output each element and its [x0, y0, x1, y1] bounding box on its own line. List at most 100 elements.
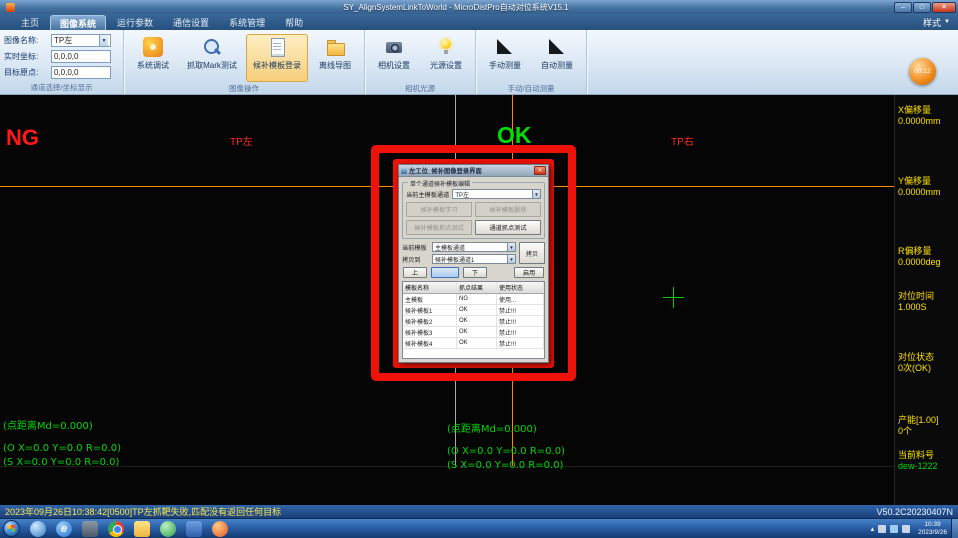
- show-desktop-button[interactable]: [951, 519, 958, 538]
- readout-center: (点距离Md=0.000) (O X=0.0 Y=0.0 R=0.0) (S X…: [447, 420, 565, 473]
- target-origin-field[interactable]: [51, 66, 111, 79]
- tab-run-params[interactable]: 运行参数: [108, 15, 162, 30]
- cell-result: OK: [457, 305, 497, 315]
- network-icon[interactable]: [890, 525, 898, 533]
- template-doc-icon: [267, 37, 287, 57]
- current-template-combo[interactable]: 主模板通道 ▼: [432, 242, 516, 252]
- copy-target-label: 拷贝到: [402, 255, 430, 264]
- channel-grab-test-button[interactable]: 通道抓点测试: [475, 220, 541, 235]
- taskbar-icon-1[interactable]: [30, 521, 46, 537]
- table-row[interactable]: 候补模板4 OK 禁止!!!: [403, 338, 544, 349]
- stat-value: 0.0000mm: [898, 116, 941, 127]
- cell-name: 候补模板2: [403, 316, 457, 326]
- firefox-icon[interactable]: [212, 521, 228, 537]
- triangle-ruler-icon: [495, 37, 515, 57]
- camera-settings-button[interactable]: 相机设置: [369, 34, 419, 82]
- taskbar-icon-7[interactable]: [186, 521, 202, 537]
- target-origin-label: 目标原点:: [4, 67, 48, 78]
- ng-status-label: NG: [6, 125, 39, 151]
- sidebar-stats: X偏移量 0.0000mm Y偏移量 0.0000mm R偏移量 0.0000d…: [894, 95, 958, 505]
- stat-label: 产能[1.00]: [898, 415, 939, 426]
- tab-help[interactable]: 帮助: [276, 15, 312, 30]
- taskbar: e ▴ 10:39 2023/9/26: [0, 518, 958, 538]
- volume-icon[interactable]: [902, 525, 910, 533]
- taskbar-icon-3[interactable]: [82, 521, 98, 537]
- copy-target-combo[interactable]: 候补模板通道1 ▼: [432, 254, 516, 264]
- col-header: 抓点结果: [457, 282, 497, 293]
- realtime-coords-field[interactable]: [51, 50, 111, 63]
- stat-value: 1.000S: [898, 302, 934, 313]
- minimize-button[interactable]: –: [894, 2, 912, 13]
- template-edit-groupbox: 单个通道候补模板编辑 当前主模板通道 TP左 ▼ 候补模板学习: [402, 182, 545, 239]
- candidate-learn-button[interactable]: 候补模板学习: [406, 202, 472, 217]
- dialog-close-button[interactable]: ✕: [534, 166, 546, 175]
- current-template-label: 当前模板: [402, 243, 430, 252]
- cell-result: OK: [457, 338, 497, 348]
- main-area: NG OK TP左 TP右 (点距离Md=0.000) (O X=0.0 Y=0…: [0, 95, 958, 505]
- tab-home[interactable]: 主页: [12, 15, 48, 30]
- close-button[interactable]: ✕: [932, 2, 956, 13]
- chevron-down-icon[interactable]: ▼: [507, 255, 515, 263]
- dialog-titlebar[interactable]: 左工位_候补图像登录界面 ✕: [399, 165, 548, 177]
- main-template-channel-combo[interactable]: TP左 ▼: [452, 189, 541, 199]
- middle-button[interactable]: [431, 267, 459, 278]
- chevron-down-icon[interactable]: ▼: [99, 35, 108, 46]
- start-button[interactable]: [3, 520, 20, 537]
- stat-label: 对位状态: [898, 352, 934, 363]
- status-bar: 2023年09月26日10:38:42[0500]TP左抓靶失败,匹配没有返回任…: [0, 505, 958, 518]
- table-row[interactable]: 候补模板3 OK 禁止!!!: [403, 327, 544, 338]
- down-button[interactable]: 下: [463, 267, 487, 278]
- camera-icon: [384, 37, 404, 57]
- chevron-down-icon[interactable]: ▼: [532, 190, 540, 198]
- table-row[interactable]: 主模板 NG 使用...: [403, 294, 544, 305]
- auto-measure-button[interactable]: 自动测量: [532, 34, 582, 82]
- ie-icon[interactable]: e: [56, 521, 72, 537]
- button-label: 抓取Mark测试: [187, 60, 237, 71]
- stat-r-offset: R偏移量 0.0000deg: [898, 246, 941, 268]
- grab-mark-test-button[interactable]: 抓取Mark测试: [180, 34, 244, 82]
- manual-measure-button[interactable]: 手动测量: [480, 34, 530, 82]
- button-label: 候补模板登录: [253, 60, 301, 71]
- stat-label: Y偏移量: [898, 176, 941, 187]
- image-name-combo[interactable]: TP左 ▼: [51, 34, 111, 47]
- groupbox-title: 单个通道候补模板编辑: [408, 179, 472, 188]
- taskbar-icon-6[interactable]: [160, 521, 176, 537]
- table-header: 模板名称 抓点结果 使用状态: [403, 282, 544, 294]
- tray-icon-1[interactable]: [878, 525, 886, 533]
- style-menu[interactable]: 样式 ▼: [923, 16, 950, 29]
- tray-expand-icon[interactable]: ▴: [871, 525, 875, 533]
- version-label: V50.2C20230407N: [876, 507, 953, 517]
- copy-button[interactable]: 拷贝: [519, 242, 545, 264]
- annotation-inner: 左工位_候补图像登录界面 ✕ 单个通道候补模板编辑 当前主模板通道 TP左: [393, 159, 554, 368]
- stat-align-status: 对位状态 0次(OK): [898, 352, 934, 374]
- tab-image-system[interactable]: 图像系统: [50, 15, 106, 30]
- candidate-test-button[interactable]: 候补模板抓点测试: [406, 220, 472, 235]
- offline-image-button[interactable]: 离线导图: [310, 34, 360, 82]
- explorer-folder-icon[interactable]: [134, 521, 150, 537]
- cell-name: 候补模板4: [403, 338, 457, 348]
- tab-comm-settings[interactable]: 通信设置: [164, 15, 218, 30]
- chrome-icon[interactable]: [108, 521, 124, 537]
- enable-button[interactable]: 启用: [514, 267, 544, 278]
- table-row[interactable]: 候补模板2 OK 禁止!!!: [403, 316, 544, 327]
- chevron-down-icon[interactable]: ▼: [507, 243, 515, 251]
- light-settings-button[interactable]: 光源设置: [421, 34, 471, 82]
- up-button[interactable]: 上: [403, 267, 427, 278]
- style-menu-label: 样式: [923, 16, 941, 29]
- maximize-button[interactable]: □: [913, 2, 931, 13]
- stat-value: 0次(OK): [898, 363, 934, 374]
- tp-right-marker: TP右: [671, 133, 694, 148]
- button-label: 光源设置: [430, 60, 462, 71]
- button-label: 手动测量: [489, 60, 521, 71]
- stat-align-time: 对位时间 1.000S: [898, 291, 934, 313]
- taskbar-clock[interactable]: 10:39 2023/9/26: [918, 521, 947, 537]
- system-debug-button[interactable]: 系统调试: [128, 34, 178, 82]
- clock-time: 10:39: [918, 521, 947, 529]
- candidate-delete-button[interactable]: 候补模板删除: [475, 202, 541, 217]
- table-row[interactable]: 候补模板1 OK 禁止!!!: [403, 305, 544, 316]
- cell-result: OK: [457, 327, 497, 337]
- button-label: 自动测量: [541, 60, 573, 71]
- tab-system-mgmt[interactable]: 系统管理: [220, 15, 274, 30]
- cell-name: 候补模板3: [403, 327, 457, 337]
- candidate-template-login-button[interactable]: 候补模板登录: [246, 34, 308, 82]
